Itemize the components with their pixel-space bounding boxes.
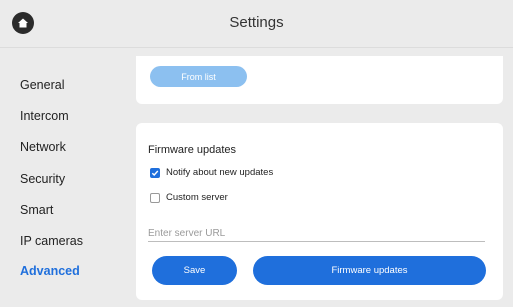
sidebar-item-ip-cameras[interactable]: IP cameras (20, 234, 83, 248)
firmware-updates-button[interactable]: Firmware updates (253, 256, 486, 285)
firmware-title: Firmware updates (148, 144, 237, 156)
page-title: Settings (229, 14, 284, 31)
custom-server-label: Custom server (166, 192, 228, 203)
sidebar-item-intercom[interactable]: Intercom (20, 109, 69, 123)
notify-updates-checkbox[interactable]: Notify about new updates (150, 167, 273, 178)
checkbox-checked-icon[interactable] (150, 167, 160, 178)
sidebar-item-smart[interactable]: Smart (20, 203, 53, 217)
top-card: From list (136, 56, 503, 104)
header: Settings (0, 0, 513, 48)
sidebar-item-advanced[interactable]: Advanced (20, 264, 80, 278)
firmware-card: Firmware updates Notify about new update… (136, 123, 503, 300)
notify-updates-label: Notify about new updates (166, 167, 274, 178)
sidebar-item-network[interactable]: Network (20, 140, 66, 154)
sidebar-item-general[interactable]: General (20, 78, 64, 92)
save-button[interactable]: Save (152, 256, 237, 285)
custom-server-checkbox[interactable]: Custom server (150, 192, 228, 203)
sidebar-item-security[interactable]: Security (20, 172, 65, 186)
checkbox-unchecked-icon[interactable] (150, 192, 160, 203)
from-list-button[interactable]: From list (150, 66, 247, 87)
server-url-input[interactable] (148, 225, 485, 242)
